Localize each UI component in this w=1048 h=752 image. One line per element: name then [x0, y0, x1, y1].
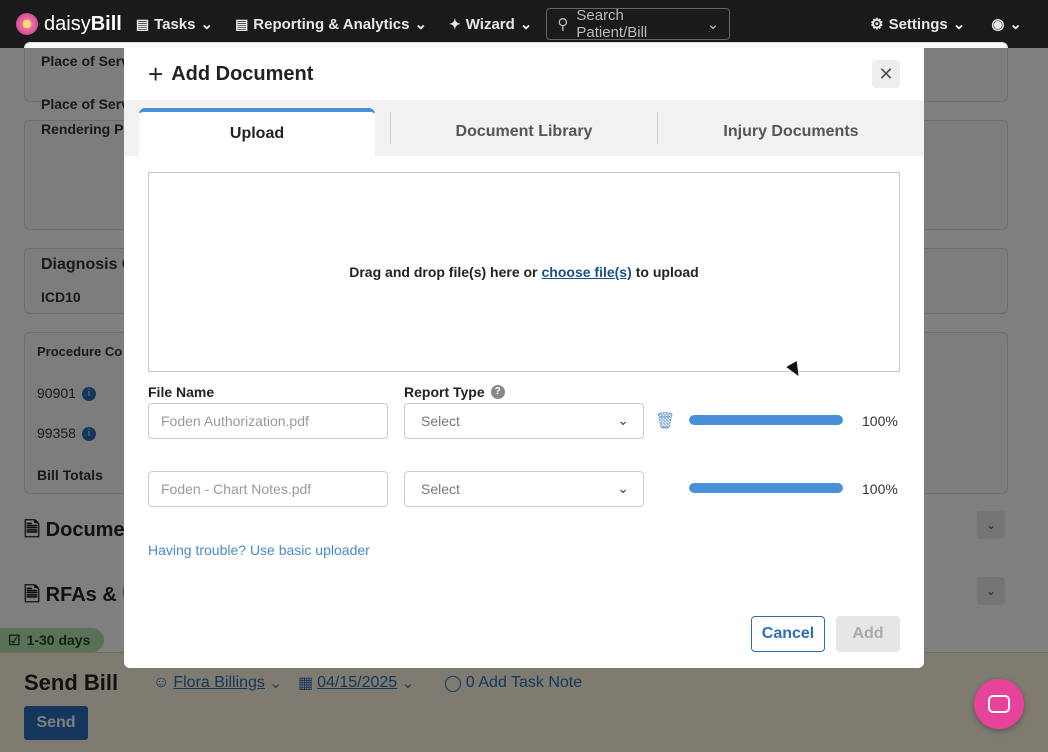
clipboard-icon: ▤ [135, 15, 150, 32]
chevron-down-icon: ⌄ [200, 16, 214, 33]
nav-reporting[interactable]: ▤ Reporting & Analytics ⌄ [235, 15, 428, 34]
gear-icon: ⚙ [870, 16, 884, 33]
brand-name: daisyBill [44, 12, 122, 35]
add-button[interactable]: Add [836, 616, 900, 652]
report-type-label: Report Type ? [404, 384, 505, 400]
close-button[interactable]: ✕ [872, 60, 900, 88]
modal-header: + Add Document ✕ [124, 48, 924, 100]
file-dropzone[interactable]: Drag and drop file(s) here or choose fil… [148, 172, 900, 372]
brand-logo[interactable]: daisyBill [16, 13, 122, 36]
chevron-down-icon: ⌄ [617, 412, 629, 428]
file-name-placeholder: Foden Authorization.pdf [161, 413, 309, 429]
tab-injury-documents[interactable]: Injury Documents [658, 108, 924, 156]
cancel-button[interactable]: Cancel [751, 616, 825, 652]
nav-settings[interactable]: ⚙ Settings ⌄ [870, 15, 966, 34]
report-type-value: Select [421, 413, 460, 429]
report-type-value: Select [421, 481, 460, 497]
chat-launcher-button[interactable] [974, 679, 1024, 729]
search-placeholder: Search Patient/Bill [576, 7, 648, 41]
file-name-placeholder: Foden - Chart Notes.pdf [161, 481, 312, 497]
progress-percent: 100% [862, 481, 898, 497]
tab-upload[interactable]: Upload [139, 108, 375, 156]
report-type-select[interactable]: Select ⌄ [404, 403, 644, 439]
file-name-input[interactable]: Foden Authorization.pdf [148, 403, 388, 439]
nav-tasks[interactable]: ▤ Tasks ⌄ [135, 15, 214, 34]
user-menu[interactable]: ◉ ⌄ [991, 15, 1022, 33]
plus-icon: + [148, 59, 164, 89]
chevron-down-icon: ⌄ [952, 16, 966, 33]
nav-reporting-label: Reporting & Analytics [253, 15, 410, 33]
chart-icon: ▤ [235, 15, 249, 32]
search-icon: ⚲ [557, 16, 569, 33]
help-icon[interactable]: ? [490, 385, 505, 399]
chat-icon [988, 695, 1010, 713]
tab-document-library[interactable]: Document Library [391, 108, 657, 156]
chevron-down-icon: ⌄ [617, 480, 629, 496]
progress-percent: 100% [862, 413, 898, 429]
modal-title-text: Add Document [171, 62, 314, 85]
nav-tasks-label: Tasks [154, 15, 196, 33]
report-type-select[interactable]: Select ⌄ [404, 471, 644, 507]
nav-wizard[interactable]: ✦ Wizard ⌄ [449, 15, 533, 34]
dropzone-text-suffix: to upload [635, 264, 699, 280]
report-type-label-text: Report Type [404, 384, 485, 400]
document-tabs: Upload Document Library Injury Documents [124, 100, 924, 156]
modal-title: + Add Document [148, 59, 314, 89]
choose-files-link[interactable]: choose file(s) [542, 264, 632, 280]
top-navbar: daisyBill ▤ Tasks ⌄ ▤ Reporting & Analyt… [0, 0, 1048, 48]
dropzone-text-prefix: Drag and drop file(s) here or [349, 264, 538, 280]
nav-settings-label: Settings [888, 15, 948, 33]
daisy-logo-icon [16, 13, 38, 35]
file-name-input[interactable]: Foden - Chart Notes.pdf [148, 471, 388, 507]
upload-progress-bar [689, 415, 843, 425]
trash-icon[interactable]: 🗑 [655, 411, 675, 431]
file-name-label: File Name [148, 384, 215, 400]
search-patient-bill[interactable]: ⚲ Search Patient/Bill ⌄ [546, 7, 731, 41]
basic-uploader-link[interactable]: Having trouble? Use basic uploader [148, 542, 370, 558]
close-icon: ✕ [878, 64, 894, 84]
chevron-down-icon: ⌄ [706, 16, 720, 33]
nav-wizard-label: Wizard [465, 15, 515, 33]
progress-fill [689, 415, 843, 425]
upload-progress-bar [689, 483, 843, 493]
add-document-modal: + Add Document ✕ Upload Document Library… [124, 48, 924, 668]
magic-wand-icon: ✦ [449, 15, 461, 32]
chevron-down-icon: ⌄ [414, 16, 428, 33]
progress-fill [689, 483, 843, 493]
chevron-down-icon: ⌄ [1009, 16, 1022, 33]
chevron-down-icon: ⌄ [519, 16, 533, 33]
user-avatar-icon: ◉ [991, 16, 1005, 33]
